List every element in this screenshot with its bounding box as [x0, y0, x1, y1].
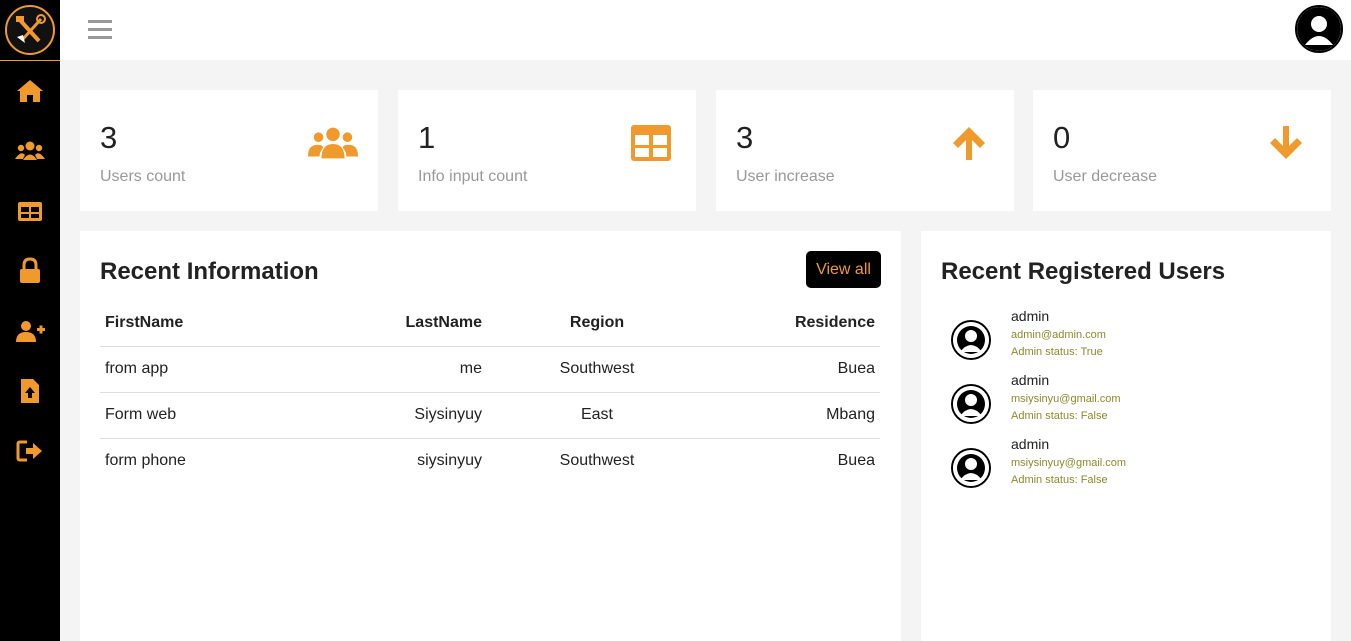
- user-name: admin: [1011, 436, 1050, 452]
- user-list-item[interactable]: admin admin@admin.com Admin status: True: [951, 306, 1291, 366]
- arrow-down-icon: [1261, 123, 1311, 163]
- recent-users-panel: Recent Registered Users admin admin@admi…: [921, 231, 1331, 641]
- table-cell: Southwest: [487, 346, 707, 393]
- sidebar-item-lock[interactable]: [0, 241, 60, 301]
- lock-icon: [20, 257, 40, 283]
- sidebar-item-add-user[interactable]: [0, 301, 60, 361]
- table-row: form phone siysinyuy Southwest Buea: [100, 438, 880, 484]
- user-name: admin: [1011, 308, 1050, 324]
- column-header: FirstName: [100, 301, 295, 347]
- arrow-up-icon: [944, 123, 994, 163]
- table-icon: [18, 202, 42, 221]
- column-header: Residence: [707, 301, 880, 347]
- view-all-button[interactable]: View all: [806, 251, 881, 288]
- user-status: Admin status: True: [1011, 346, 1103, 358]
- sidebar-item-table[interactable]: [0, 181, 60, 241]
- table-cell: me: [295, 346, 487, 393]
- column-header: Region: [487, 301, 707, 347]
- tools-logo-icon: [5, 5, 55, 55]
- stat-label: User increase: [736, 168, 835, 185]
- stat-value: 1: [418, 120, 436, 155]
- sidebar-item-users[interactable]: [0, 121, 60, 181]
- stat-card-info: 1 Info input count: [398, 90, 696, 211]
- user-avatar-icon: [951, 320, 991, 360]
- user-list-item[interactable]: admin msiysinyu@gmail.com Admin status: …: [951, 370, 1291, 430]
- stat-label: Users count: [100, 168, 186, 185]
- home-icon: [17, 80, 43, 102]
- table-cell: Buea: [707, 346, 880, 393]
- users-icon: [308, 123, 358, 163]
- sidebar-item-home[interactable]: [0, 61, 60, 121]
- sidebar-item-logout[interactable]: [0, 421, 60, 481]
- users-icon: [15, 141, 45, 160]
- sidebar-item-upload[interactable]: [0, 361, 60, 421]
- stat-card-decrease: 0 User decrease: [1033, 90, 1331, 211]
- user-list-item[interactable]: admin msiysinyuy@gmail.com Admin status:…: [951, 434, 1291, 494]
- panel-title: Recent Information: [100, 258, 319, 285]
- logo[interactable]: [0, 0, 60, 61]
- file-upload-icon: [21, 379, 39, 403]
- table-cell: Siysinyuy: [295, 392, 487, 439]
- sign-out-icon: [16, 440, 42, 462]
- recent-information-panel: Recent Information View all FirstName La…: [80, 231, 901, 641]
- user-avatar-icon[interactable]: [1295, 5, 1343, 53]
- stat-card-users: 3 Users count: [80, 90, 378, 211]
- stat-value: 0: [1053, 120, 1071, 155]
- table-cell: Form web: [100, 392, 295, 439]
- stat-card-increase: 3 User increase: [716, 90, 1014, 211]
- recent-information-table: FirstName LastName Region Residence from…: [100, 301, 880, 484]
- top-bar: [60, 0, 1351, 60]
- stat-value: 3: [100, 120, 118, 155]
- table-cell: Southwest: [559, 452, 635, 470]
- table-row: Form web Siysinyuy East Mbang: [100, 392, 880, 439]
- user-status: Admin status: False: [1011, 410, 1108, 422]
- table-cell: from app: [100, 346, 295, 393]
- user-avatar-icon: [951, 448, 991, 488]
- stat-value: 3: [736, 120, 754, 155]
- user-avatar-icon: [951, 384, 991, 424]
- table-icon: [626, 123, 676, 163]
- panel-title: Recent Registered Users: [941, 258, 1226, 285]
- user-name: admin: [1011, 372, 1050, 388]
- stat-label: Info input count: [418, 168, 528, 185]
- table-cell: form phone: [105, 452, 186, 470]
- table-row: from app me Southwest Buea: [100, 346, 880, 393]
- column-header: LastName: [295, 301, 487, 347]
- sidebar: [0, 0, 60, 641]
- menu-toggle-icon[interactable]: [88, 20, 112, 40]
- user-email: msiysinyu@gmail.com: [1011, 393, 1121, 405]
- table-cell: Buea: [837, 452, 875, 470]
- stat-label: User decrease: [1053, 168, 1158, 185]
- table-cell: East: [487, 392, 707, 439]
- table-cell: siysinyuy: [417, 452, 482, 470]
- user-plus-icon: [16, 321, 45, 342]
- table-cell: Mbang: [707, 392, 880, 439]
- user-email: admin@admin.com: [1011, 329, 1106, 341]
- user-email: msiysinyuy@gmail.com: [1011, 457, 1127, 469]
- user-status: Admin status: False: [1011, 474, 1108, 486]
